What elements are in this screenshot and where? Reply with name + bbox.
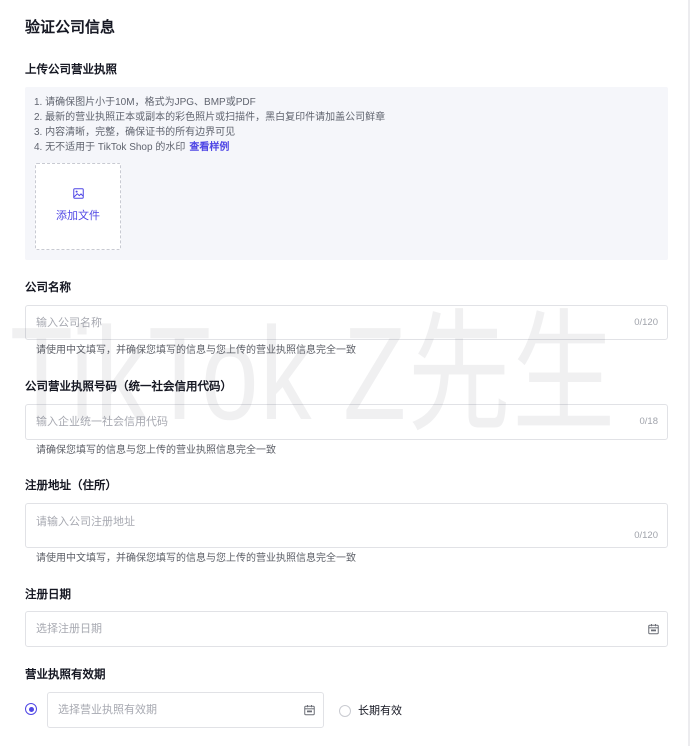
page-title: 验证公司信息 <box>25 19 116 36</box>
instruction-4-text: 4. 无不适用于 TikTok Shop 的水印 <box>34 142 186 153</box>
registered-address-textarea[interactable] <box>25 503 668 548</box>
registered-address-counter: 0/120 <box>634 530 658 541</box>
company-name-input[interactable] <box>25 305 668 340</box>
license-number-input[interactable] <box>25 404 668 440</box>
view-sample-link[interactable]: 查看样例 <box>189 142 229 153</box>
company-name-helper: 请使用中文填写，并确保您填写的信息与您上传的营业执照信息完全一致 <box>36 345 356 356</box>
license-number-field: 0/18 <box>25 404 668 440</box>
registration-date-picker[interactable] <box>25 611 668 647</box>
license-number-helper: 请确保您填写的信息与您上传的营业执照信息完全一致 <box>36 445 276 456</box>
instruction-3: 3. 内容清晰，完整，确保证书的所有边界可见 <box>34 127 236 138</box>
license-number-counter: 0/18 <box>639 416 659 427</box>
long-term-radio[interactable] <box>339 705 351 717</box>
instruction-4: 4. 无不适用于 TikTok Shop 的水印 查看样例 <box>34 140 385 155</box>
license-validity-label: 营业执照有效期 <box>25 669 106 681</box>
verify-company-form: 验证公司信息 上传公司营业执照 1. 请确保图片小于10M，格式为JPG、BMP… <box>0 0 690 746</box>
registration-date-label: 注册日期 <box>25 589 71 601</box>
instruction-1: 1. 请确保图片小于10M，格式为JPG、BMP或PDF <box>34 97 256 108</box>
upload-license-label: 上传公司营业执照 <box>25 64 117 76</box>
add-file-label: 添加文件 <box>56 210 100 222</box>
registered-address-field: 0/120 <box>25 503 668 548</box>
registration-date-field <box>25 611 668 647</box>
upload-instructions: 1. 请确保图片小于10M，格式为JPG、BMP或PDF 2. 最新的营业执照正… <box>34 95 385 155</box>
calendar-icon[interactable] <box>648 624 659 635</box>
image-icon <box>73 188 84 199</box>
registered-address-helper: 请使用中文填写，并确保您填写的信息与您上传的营业执照信息完全一致 <box>36 553 356 564</box>
license-validity-field <box>47 692 324 728</box>
calendar-icon[interactable] <box>304 705 315 716</box>
company-name-field: 0/120 <box>25 305 668 340</box>
registered-address-label: 注册地址（住所） <box>25 480 117 492</box>
long-term-label[interactable]: 长期有效 <box>358 703 402 719</box>
company-name-label: 公司名称 <box>25 282 71 294</box>
upload-panel: 1. 请确保图片小于10M，格式为JPG、BMP或PDF 2. 最新的营业执照正… <box>25 87 668 260</box>
add-file-button[interactable]: 添加文件 <box>35 163 121 250</box>
license-validity-date-picker[interactable] <box>47 692 324 728</box>
company-name-counter: 0/120 <box>634 316 658 328</box>
validity-date-radio[interactable] <box>25 703 37 715</box>
license-number-label: 公司营业执照号码（统一社会信用代码） <box>25 381 232 393</box>
instruction-2: 2. 最新的营业执照正本或副本的彩色照片或扫描件，黑白复印件请加盖公司鲜章 <box>34 112 386 123</box>
